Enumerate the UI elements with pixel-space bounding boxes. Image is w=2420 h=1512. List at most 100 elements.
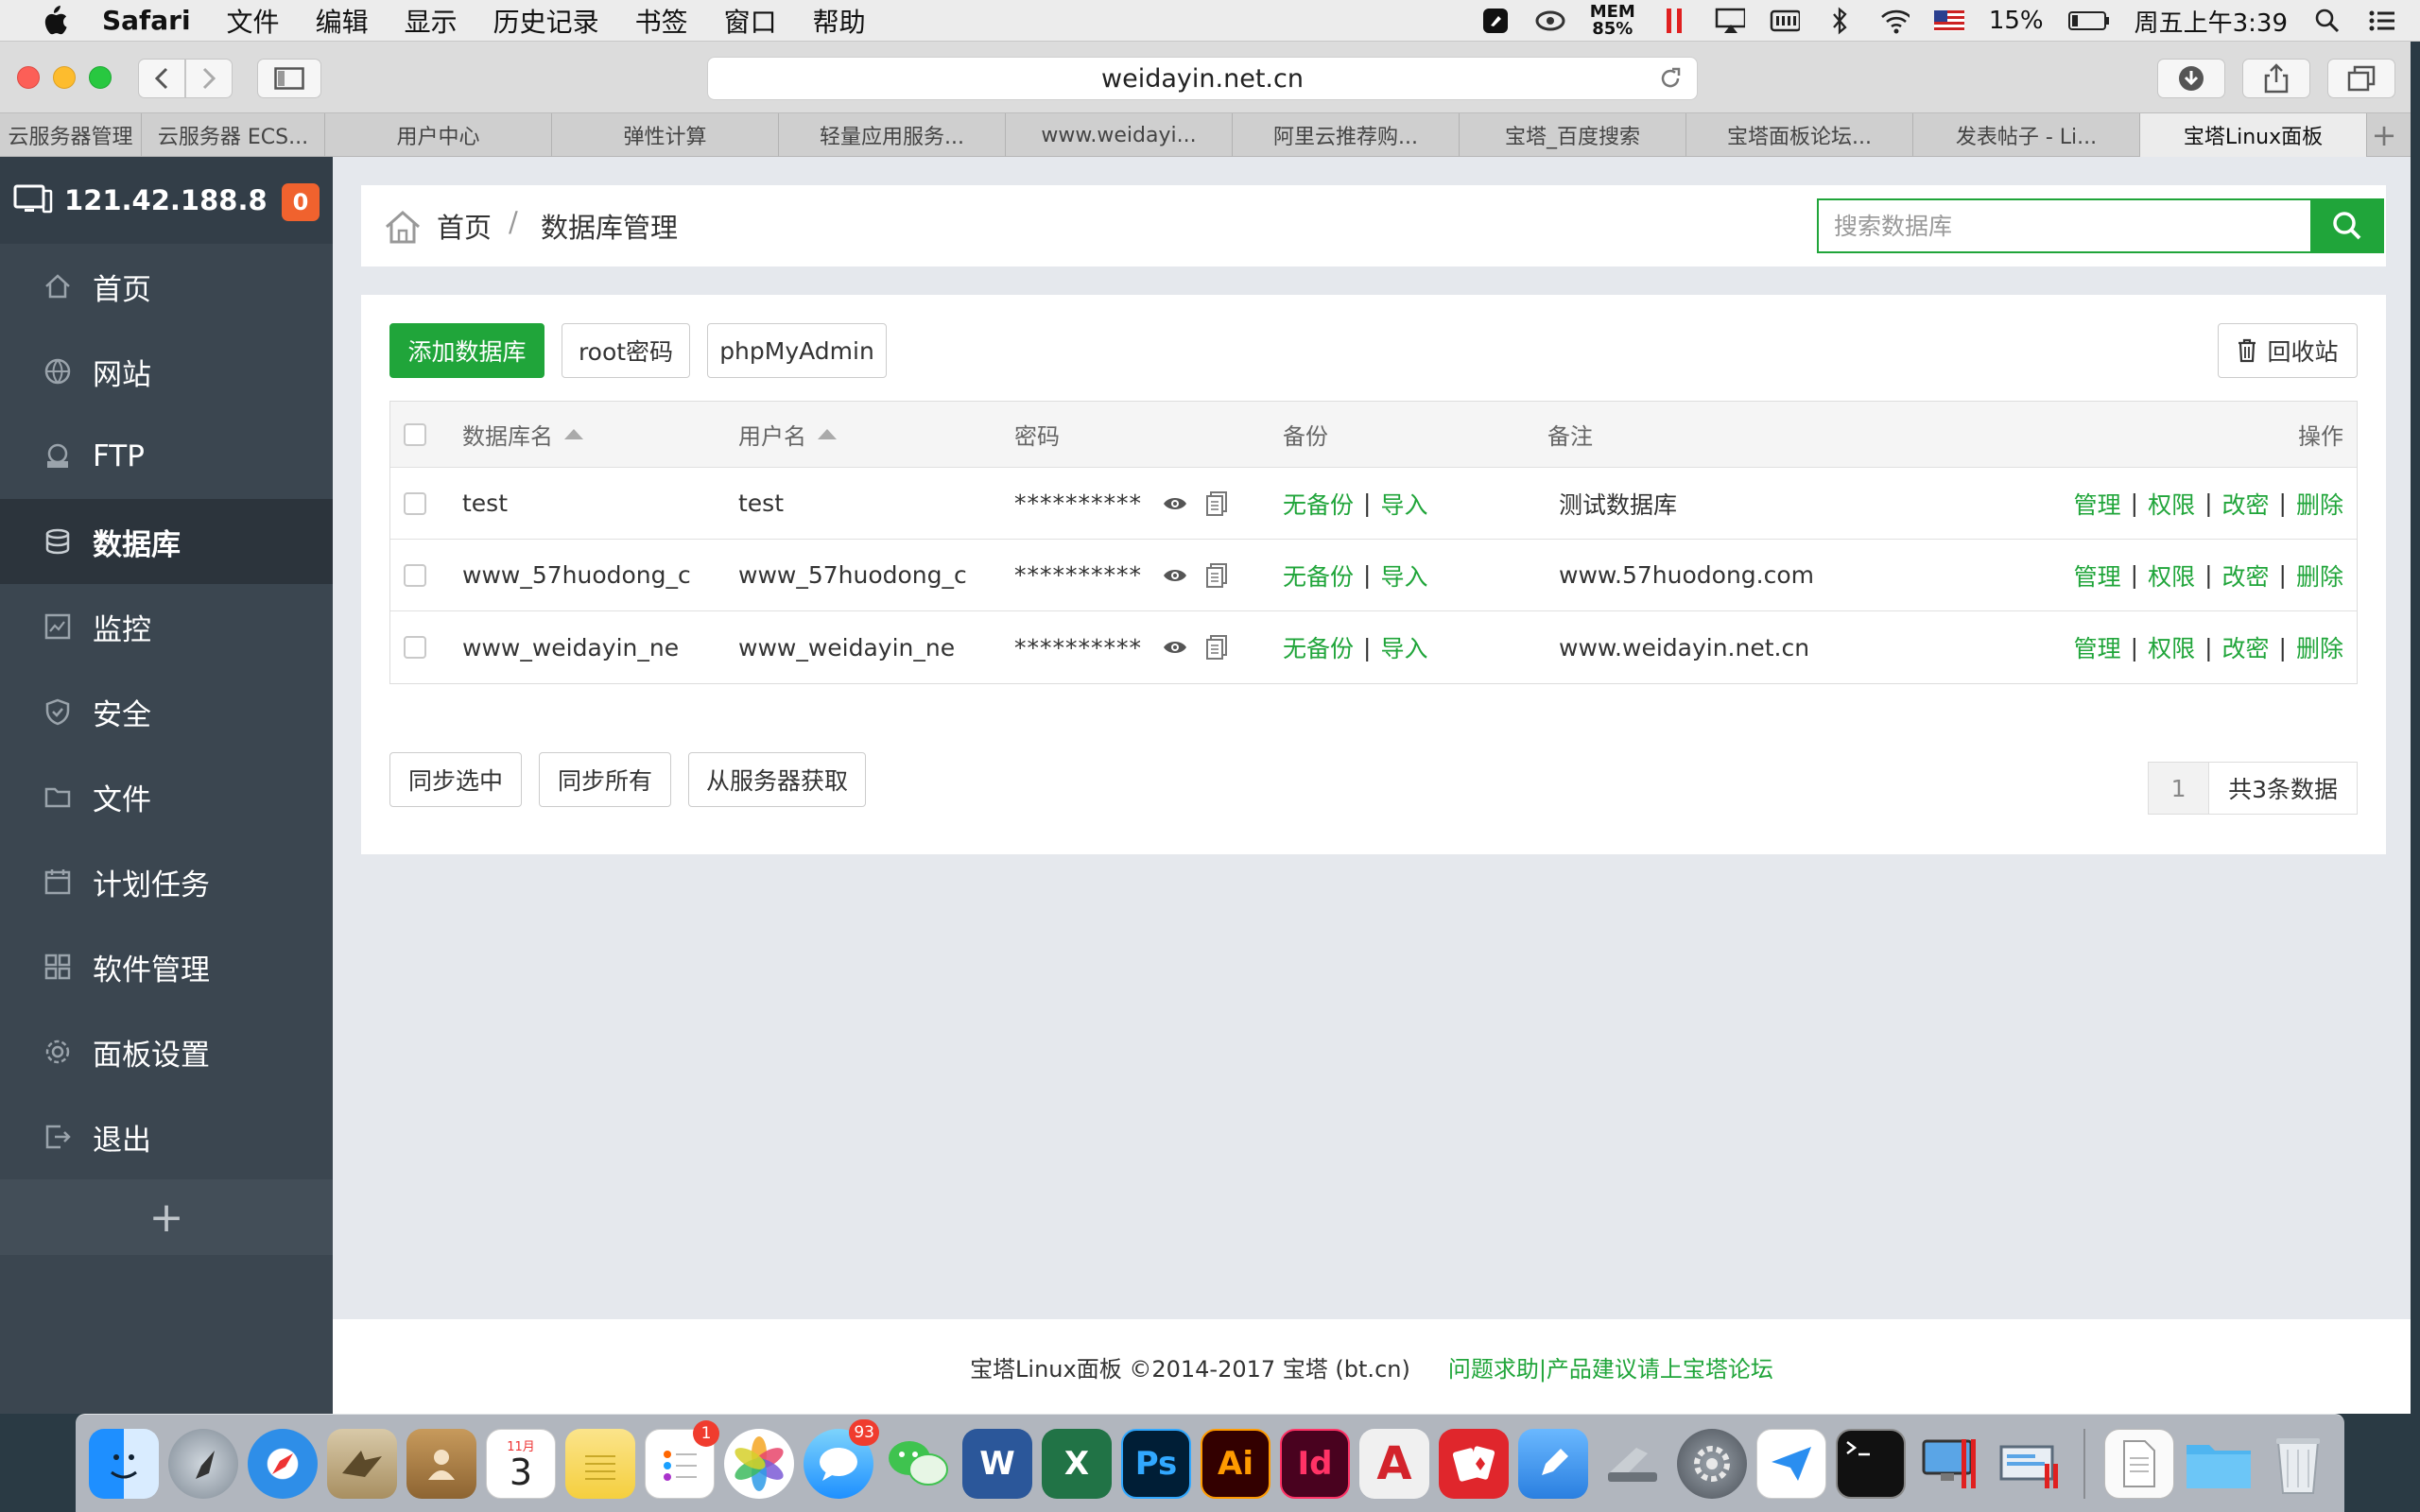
notes-icon[interactable] <box>565 1428 635 1499</box>
downloads-button[interactable] <box>2157 59 2225 98</box>
autocad-icon[interactable]: A <box>1359 1428 1429 1499</box>
tab-5[interactable]: www.weidayi... <box>1006 113 1233 157</box>
permission-link[interactable]: 权限 <box>2148 630 2195 664</box>
bluetooth-icon[interactable] <box>1824 7 1855 35</box>
fetch-from-server-button[interactable]: 从服务器获取 <box>688 752 866 807</box>
sidebar-item-software[interactable]: 软件管理 <box>0 924 333 1009</box>
change-password-link[interactable]: 改密 <box>2222 630 2270 664</box>
menu-file[interactable]: 文件 <box>227 2 280 40</box>
tab-6[interactable]: 阿里云推荐购... <box>1233 113 1460 157</box>
permission-link[interactable]: 权限 <box>2148 487 2195 521</box>
change-password-link[interactable]: 改密 <box>2222 558 2270 593</box>
import-link[interactable]: 导入 <box>1380 558 1427 593</box>
backup-link[interactable]: 无备份 <box>1283 630 1354 664</box>
new-tab-button[interactable]: + <box>2367 113 2401 157</box>
tab-10[interactable]: 宝塔Linux面板 <box>2140 113 2367 157</box>
tab-4[interactable]: 轻量应用服务... <box>779 113 1006 157</box>
battery-icon[interactable] <box>2067 7 2110 35</box>
permission-link[interactable]: 权限 <box>2148 558 2195 593</box>
tabs-overview-button[interactable] <box>2327 59 2395 98</box>
system-preferences-icon[interactable] <box>1677 1428 1747 1499</box>
wechat-icon[interactable] <box>883 1429 953 1499</box>
sidebar-item-files[interactable]: 文件 <box>0 754 333 839</box>
header-db-name[interactable]: 数据库名 <box>462 402 583 467</box>
page-number[interactable]: 1 <box>2149 763 2210 814</box>
downloads-folder-icon[interactable] <box>2184 1429 2254 1499</box>
root-password-button[interactable]: root密码 <box>562 323 690 378</box>
backup-link[interactable]: 无备份 <box>1283 487 1354 521</box>
row-checkbox[interactable] <box>404 491 426 515</box>
share-button[interactable] <box>2242 59 2310 98</box>
manage-link[interactable]: 管理 <box>2074 487 2121 521</box>
poker-game-icon[interactable] <box>1439 1428 1509 1499</box>
delete-link[interactable]: 删除 <box>2296 630 2343 664</box>
word-icon[interactable]: W <box>962 1428 1032 1499</box>
photos-icon[interactable] <box>724 1428 794 1499</box>
sidebar-item-database[interactable]: 数据库 <box>0 499 333 584</box>
safari-icon[interactable] <box>248 1428 318 1499</box>
trash-icon[interactable] <box>2263 1429 2333 1499</box>
menu-history[interactable]: 历史记录 <box>493 2 599 40</box>
copy-password-icon[interactable] <box>1202 490 1231 518</box>
sync-all-button[interactable]: 同步所有 <box>539 752 671 807</box>
screen-sharing-icon[interactable] <box>1915 1429 1985 1499</box>
search-button[interactable] <box>2310 198 2384 253</box>
import-link[interactable]: 导入 <box>1380 630 1427 664</box>
sidebar-item-security[interactable]: 安全 <box>0 669 333 754</box>
mail-icon[interactable] <box>327 1428 397 1499</box>
delete-link[interactable]: 删除 <box>2296 487 2343 521</box>
menu-window[interactable]: 窗口 <box>724 2 777 40</box>
add-shortcut-button[interactable]: + <box>0 1179 333 1255</box>
delete-link[interactable]: 删除 <box>2296 558 2343 593</box>
copy-password-icon[interactable] <box>1202 561 1231 590</box>
menu-help[interactable]: 帮助 <box>813 2 866 40</box>
tab-9[interactable]: 发表帖子 - Li... <box>1913 113 2140 157</box>
tab-0[interactable]: 云服务器管理 <box>0 113 142 157</box>
tab-2[interactable]: 用户中心 <box>325 113 552 157</box>
footer-forum-link[interactable]: 问题求助|产品建议请上宝塔论坛 <box>1448 1350 1773 1383</box>
finder-icon[interactable] <box>89 1428 159 1499</box>
document-icon[interactable] <box>2104 1428 2174 1499</box>
editor-pencil-icon[interactable] <box>1518 1428 1588 1499</box>
tray-pause-icon[interactable] <box>1660 7 1690 35</box>
close-window-button[interactable] <box>17 66 40 89</box>
tab-7[interactable]: 宝塔_百度搜索 <box>1460 113 1686 157</box>
sidebar-item-settings[interactable]: 面板设置 <box>0 1009 333 1094</box>
sidebar-toggle-button[interactable] <box>257 59 321 98</box>
menu-view[interactable]: 显示 <box>405 2 458 40</box>
sidebar-item-monitor[interactable]: 监控 <box>0 584 333 669</box>
clock[interactable]: 周五上午3:39 <box>2135 4 2288 39</box>
manage-link[interactable]: 管理 <box>2074 630 2121 664</box>
mem-indicator[interactable]: MEM 85% <box>1590 4 1635 38</box>
header-username[interactable]: 用户名 <box>738 402 837 467</box>
manage-link[interactable]: 管理 <box>2074 558 2121 593</box>
row-checkbox[interactable] <box>404 563 426 587</box>
terminal-icon[interactable] <box>1836 1428 1906 1499</box>
db-note[interactable]: www.weidayin.net.cn <box>1559 611 1809 683</box>
import-link[interactable]: 导入 <box>1380 487 1427 521</box>
messages-icon[interactable]: 93 <box>804 1418 879 1499</box>
tray-eye-icon[interactable] <box>1535 7 1565 35</box>
contacts-icon[interactable] <box>406 1428 476 1499</box>
phpmyadmin-button[interactable]: phpMyAdmin <box>707 323 887 378</box>
tab-8[interactable]: 宝塔面板论坛... <box>1686 113 1913 157</box>
airmail-icon[interactable] <box>1756 1428 1826 1499</box>
remote-desktop-icon[interactable] <box>1995 1429 2065 1499</box>
menu-edit[interactable]: 编辑 <box>316 2 369 40</box>
notification-center-icon[interactable] <box>2367 7 2397 35</box>
home-icon[interactable] <box>384 208 422 246</box>
show-password-eye-icon[interactable] <box>1161 633 1189 662</box>
calendar-icon[interactable]: 11月 3 <box>486 1428 556 1499</box>
tab-1[interactable]: 云服务器 ECS... <box>142 113 325 157</box>
photoshop-icon[interactable]: Ps <box>1121 1428 1191 1499</box>
sidebar-item-ftp[interactable]: FTP <box>0 414 333 499</box>
zoom-window-button[interactable] <box>89 66 112 89</box>
db-note[interactable]: www.57huodong.com <box>1559 540 1814 610</box>
us-flag-icon[interactable] <box>1933 7 1964 35</box>
indesign-icon[interactable]: Id <box>1280 1428 1350 1499</box>
message-badge[interactable]: 0 <box>282 183 320 221</box>
db-note[interactable]: 测试数据库 <box>1559 468 1677 539</box>
reload-icon[interactable] <box>1657 65 1684 92</box>
tray-app-icon[interactable] <box>1480 7 1511 35</box>
backup-link[interactable]: 无备份 <box>1283 558 1354 593</box>
